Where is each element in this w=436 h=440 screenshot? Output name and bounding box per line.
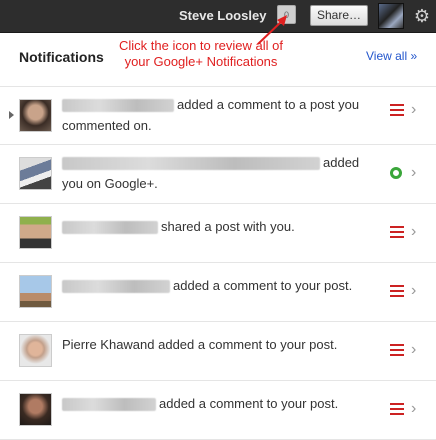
- chevron-right-icon[interactable]: ›: [411, 283, 416, 299]
- list-icon[interactable]: [390, 344, 404, 356]
- avatar[interactable]: [19, 334, 52, 367]
- view-all-link[interactable]: View all »: [366, 49, 417, 63]
- list-item[interactable]: added a comment to your post. ›: [0, 381, 436, 440]
- user-name[interactable]: Steve Loosley: [179, 8, 266, 23]
- list-icon[interactable]: [390, 285, 404, 297]
- circle-add-icon[interactable]: [390, 167, 402, 179]
- blurred-name: [62, 221, 158, 235]
- top-bar: Steve Loosley 0 Share… ⚙: [0, 0, 436, 33]
- notification-text: Pierre Khawand added a comment to your p…: [62, 337, 338, 352]
- avatar[interactable]: [19, 157, 52, 190]
- chevron-right-icon[interactable]: ›: [411, 224, 416, 240]
- chevron-right-icon[interactable]: ›: [411, 165, 416, 181]
- gear-icon[interactable]: ⚙: [412, 6, 432, 26]
- notification-count-button[interactable]: 0: [277, 5, 296, 24]
- notification-text: added a comment to your post.: [62, 393, 382, 414]
- list-icon[interactable]: [390, 104, 404, 116]
- list-item[interactable]: added you on Google+. ›: [0, 145, 436, 204]
- chevron-right-icon[interactable]: ›: [411, 401, 416, 417]
- list-item[interactable]: shared a post with you. ›: [0, 204, 436, 263]
- avatar[interactable]: [19, 216, 52, 249]
- blurred-name: [62, 398, 156, 412]
- notification-text: added a comment to your post.: [62, 275, 382, 296]
- list-icon[interactable]: [390, 226, 404, 238]
- profile-avatar[interactable]: [378, 3, 404, 29]
- list-item[interactable]: Pierre Khawand added a comment to your p…: [0, 322, 436, 381]
- blurred-name: [62, 280, 170, 294]
- notification-text: added you on Google+.: [62, 155, 360, 191]
- annotation-text: Click the icon to review all of your Goo…: [118, 38, 283, 69]
- list-item[interactable]: added a comment to your post. ›: [0, 263, 436, 322]
- list-icon[interactable]: [390, 403, 404, 415]
- notifications-list: added a comment to a post you commented …: [0, 87, 436, 440]
- page-title: Notifications: [19, 49, 104, 65]
- selected-indicator: [9, 111, 14, 119]
- share-button[interactable]: Share…: [310, 5, 368, 26]
- notification-text: shared a post with you.: [62, 216, 382, 237]
- chevron-right-icon[interactable]: ›: [411, 342, 416, 358]
- blurred-name: [62, 99, 174, 113]
- blurred-names: [62, 157, 320, 171]
- chevron-right-icon[interactable]: ›: [411, 102, 416, 118]
- notification-text: added a comment to a post you commented …: [62, 97, 360, 133]
- avatar[interactable]: [19, 275, 52, 308]
- avatar[interactable]: [19, 99, 52, 132]
- list-item[interactable]: added a comment to a post you commented …: [0, 87, 436, 145]
- avatar[interactable]: [19, 393, 52, 426]
